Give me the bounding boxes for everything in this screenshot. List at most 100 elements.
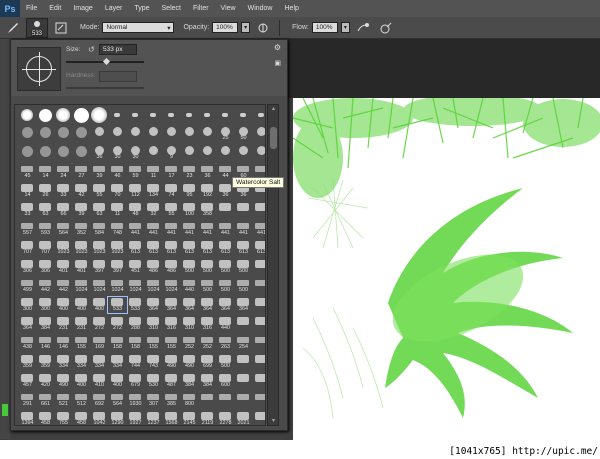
brush-preset[interactable]: 23 (180, 164, 199, 180)
brush-preset[interactable]: 800 (180, 392, 199, 408)
brush-preset[interactable] (234, 392, 253, 408)
menu-image[interactable]: Image (67, 5, 98, 12)
brush-preset[interactable]: 400 (54, 297, 73, 313)
brush-preset[interactable]: 487 (162, 373, 181, 389)
brush-preset[interactable] (90, 126, 109, 142)
brush-preset[interactable]: 55 (90, 183, 109, 199)
brush-preset[interactable]: 530 (144, 373, 163, 389)
brush-preset[interactable] (162, 107, 181, 123)
brush-preset[interactable]: 48 (126, 202, 145, 218)
brush-preset[interactable]: 39 (72, 202, 91, 218)
brush-preset[interactable]: 500 (216, 259, 235, 275)
brush-preset[interactable] (252, 335, 265, 351)
brush-preset[interactable]: 30 (126, 145, 145, 161)
brush-preset[interactable]: 33 (54, 183, 73, 199)
brush-preset[interactable]: 155 (162, 335, 181, 351)
brush-preset[interactable]: 1290 (108, 411, 127, 425)
preset-scrollbar[interactable]: ▴ ▾ (267, 104, 279, 426)
brush-preset[interactable]: 2278 (216, 411, 235, 425)
brush-preset[interactable] (252, 126, 265, 142)
brush-preset[interactable]: 100 (180, 202, 199, 218)
menu-filter[interactable]: Filter (187, 5, 215, 12)
brush-preset[interactable]: 441 (162, 221, 181, 237)
opacity-dropdown-icon[interactable]: ▾ (241, 22, 251, 33)
flow-dropdown-icon[interactable]: ▾ (340, 22, 350, 33)
brush-preset[interactable]: 593 (36, 221, 55, 237)
brush-preset[interactable] (36, 126, 55, 142)
brush-tool-icon[interactable] (3, 19, 23, 37)
brush-preset[interactable]: 364 (144, 297, 163, 313)
brush-preset[interactable] (216, 145, 235, 161)
brush-preset[interactable]: 420 (36, 373, 55, 389)
brush-preset[interactable]: 310 (144, 316, 163, 332)
brush-preset[interactable]: 384 (180, 373, 199, 389)
brush-preset[interactable]: 25 (216, 126, 235, 142)
brush-preset[interactable]: 490 (180, 354, 199, 370)
brush-preset[interactable]: 490 (54, 373, 73, 389)
brush-preset[interactable] (198, 392, 217, 408)
brush-preset[interactable]: 134 (144, 183, 163, 199)
brush-preset[interactable]: 364 (216, 297, 235, 313)
brush-preset[interactable]: 500 (198, 259, 217, 275)
brush-preset[interactable] (18, 126, 37, 142)
brush-preset[interactable]: 400 (90, 297, 109, 313)
brush-preset[interactable]: 334 (90, 354, 109, 370)
brush-preset[interactable]: 291 (18, 392, 37, 408)
brush-preset[interactable]: 307 (144, 392, 163, 408)
brush-preset[interactable]: 613 (144, 240, 163, 256)
menu-window[interactable]: Window (242, 5, 279, 12)
brush-preset[interactable]: 458 (36, 411, 55, 425)
brush-preset[interactable]: 500 (180, 259, 199, 275)
brush-preset[interactable] (234, 373, 253, 389)
brush-preset[interactable]: 11 (144, 164, 163, 180)
flow-field[interactable]: 100% (311, 22, 338, 33)
brush-preset[interactable]: 1024 (72, 278, 91, 294)
brush-preset[interactable]: 33 (18, 202, 37, 218)
brush-preset[interactable]: 36 (90, 145, 109, 161)
brush-preset[interactable]: 39 (90, 164, 109, 180)
brush-preset[interactable]: 155 (72, 335, 91, 351)
opacity-field[interactable]: 100% (212, 22, 239, 33)
brush-preset[interactable]: 600 (216, 373, 235, 389)
brush-preset[interactable]: 400 (72, 297, 91, 313)
brush-preset[interactable]: 1024 (108, 278, 127, 294)
brush-preset[interactable] (252, 107, 265, 123)
menu-help[interactable]: Help (279, 5, 305, 12)
brush-preset[interactable]: 521 (54, 392, 73, 408)
brush-preset[interactable] (90, 107, 109, 123)
brush-preset[interactable]: 451 (126, 259, 145, 275)
brush-preset[interactable]: 401 (72, 259, 91, 275)
foreground-color-swatch[interactable] (2, 404, 8, 416)
brush-preset[interactable]: 272 (90, 316, 109, 332)
brush-preset[interactable]: 32 (144, 202, 163, 218)
brush-preset[interactable] (54, 145, 73, 161)
brush-preset[interactable]: 17 (162, 164, 181, 180)
brush-preset[interactable]: 584 (90, 221, 109, 237)
brush-preset[interactable] (216, 392, 235, 408)
brush-preset[interactable]: 2119 (198, 411, 217, 425)
brush-preset[interactable]: 45 (18, 164, 37, 180)
brush-preset[interactable]: 1023 (108, 240, 127, 256)
brush-preset[interactable] (126, 126, 145, 142)
brush-preset[interactable]: 442 (36, 278, 55, 294)
brush-preset[interactable] (108, 126, 127, 142)
brush-preset[interactable]: 1024 (162, 278, 181, 294)
brush-preset[interactable]: 441 (216, 221, 235, 237)
brush-preset[interactable] (18, 145, 37, 161)
brush-preset[interactable]: 397 (90, 259, 109, 275)
brush-preset[interactable]: 401 (54, 259, 73, 275)
brush-preset[interactable]: 70 (108, 183, 127, 199)
brush-preset[interactable] (72, 145, 91, 161)
brush-preset[interactable]: 50 (234, 126, 253, 142)
brush-preset[interactable] (252, 278, 265, 294)
brush-preset[interactable] (234, 202, 253, 218)
hardness-input[interactable] (99, 71, 137, 82)
size-slider-handle[interactable] (102, 57, 111, 66)
brush-preset[interactable]: 334 (108, 354, 127, 370)
brush-preset[interactable]: 1023 (54, 240, 73, 256)
brush-preset[interactable]: 707 (36, 240, 55, 256)
brush-preset[interactable]: 11 (108, 202, 127, 218)
brush-preset[interactable]: 36 (198, 164, 217, 180)
brush-preset[interactable]: 1042 (90, 411, 109, 425)
brush-preset[interactable]: 1394 (18, 411, 37, 425)
